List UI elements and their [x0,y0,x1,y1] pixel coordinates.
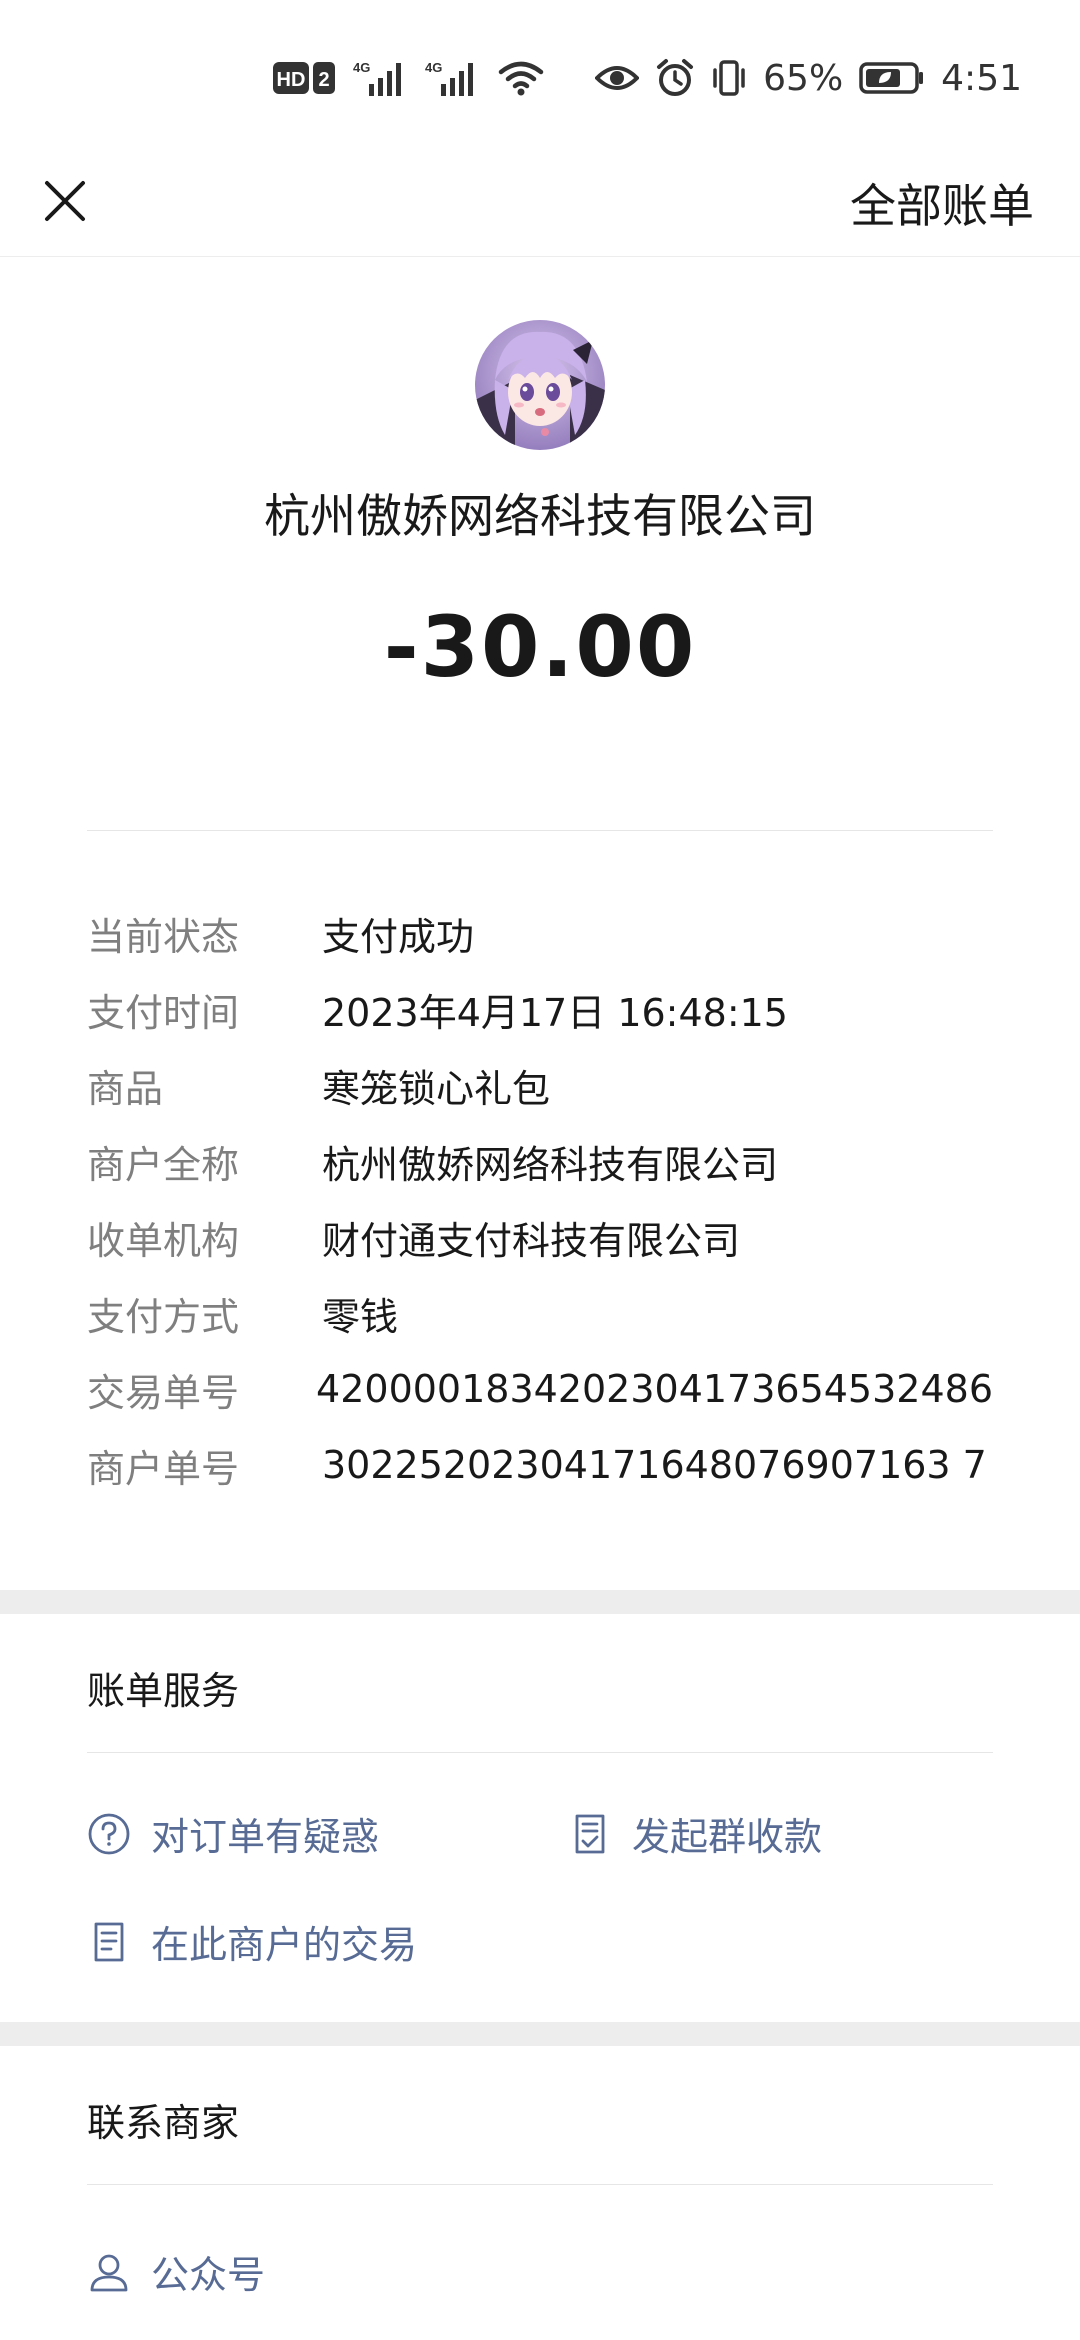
section-divider [87,2184,993,2185]
detail-value: 支付成功 [322,914,475,959]
detail-label: 商户单号 [87,1446,240,1491]
detail-value: 30225202304171648076907163 7 [322,1443,987,1487]
merchant-avatar [475,320,605,450]
nav-bar: 全部账单 [0,150,1080,256]
detail-value: 杭州傲娇网络科技有限公司 [322,1142,779,1187]
detail-row-payment-method: 支付方式 零钱 [87,1275,993,1351]
detail-label: 当前状态 [87,914,240,959]
vibrate-icon [713,60,745,96]
detail-row-time: 支付时间 2023年4月17日 16:48:15 [87,971,993,1047]
detail-value: 零钱 [322,1294,399,1339]
detail-label: 支付时间 [87,990,240,1035]
group-collect-link[interactable]: 发起群收款 [568,1806,822,1861]
official-account-link[interactable]: 公众号 [87,2244,265,2299]
detail-value: 寒笼锁心礼包 [322,1066,551,1111]
detail-label: 支付方式 [87,1294,240,1339]
signal-4g-icon: 4G [425,60,474,96]
alarm-icon [657,59,694,96]
payment-amount: -30.00 [383,598,697,696]
detail-row-acquirer: 收单机构 财付通支付科技有限公司 [87,1199,993,1275]
hd-icon: HD 2 [273,62,336,94]
question-icon [88,1813,130,1854]
signal-4g-icon: 4G [353,60,402,96]
all-bills-link[interactable]: 全部账单 [850,170,1034,236]
detail-label: 商品 [87,1066,164,1111]
close-button[interactable] [30,166,100,236]
merchant-transactions-link[interactable]: 在此商户的交易 [87,1914,417,1969]
bill-check-icon [575,1814,605,1853]
svg-text:4G: 4G [353,60,370,75]
detail-label: 商户全称 [87,1142,240,1187]
battery-percent: 65% [763,57,844,99]
detail-row-merchant: 商户全称 杭州傲娇网络科技有限公司 [87,1123,993,1199]
svg-text:2: 2 [319,69,330,91]
svg-text:4G: 4G [425,60,442,75]
section-divider [87,1752,993,1753]
detail-value: 4200001834202304173654532486 [316,1367,993,1411]
document-icon [94,1922,124,1961]
transaction-details: 当前状态 支付成功 支付时间 2023年4月17日 16:48:15 商品 寒笼… [87,895,993,1503]
detail-row-merchant-order-id: 商户单号 30225202304171648076907163 7 [87,1427,993,1503]
group-collect-label: 发起群收款 [632,1815,823,1859]
status-icons: HD 2 4G 4G 65% 4:51 [273,52,1022,104]
detail-row-status: 当前状态 支付成功 [87,895,993,971]
section-separator [0,2022,1080,2046]
battery-icon [859,62,924,94]
nav-divider [0,256,1080,257]
order-question-label: 对订单有疑惑 [151,1815,380,1859]
clock: 4:51 [941,57,1022,99]
detail-row-product: 商品 寒笼锁心礼包 [87,1047,993,1123]
detail-row-transaction-id: 交易单号 4200001834202304173654532486 [87,1351,993,1427]
order-question-link[interactable]: 对订单有疑惑 [87,1806,379,1861]
official-account-label: 公众号 [151,2253,266,2297]
bill-service-title: 账单服务 [87,1669,240,1713]
detail-value: 2023年4月17日 16:48:15 [322,990,788,1035]
merchant-transactions-label: 在此商户的交易 [151,1923,418,1967]
header-divider [87,830,993,831]
wifi-icon [498,61,544,96]
merchant-name: 杭州傲娇网络科技有限公司 [264,489,816,543]
detail-label: 交易单号 [87,1370,240,1415]
detail-value: 财付通支付科技有限公司 [322,1218,741,1263]
status-bar: HD 2 4G 4G 65% 4:51 [0,0,1080,150]
close-icon [45,181,85,221]
detail-label: 收单机构 [87,1218,240,1263]
svg-text:HD: HD [277,69,306,91]
section-separator [0,1590,1080,1614]
eye-comfort-icon [595,66,640,90]
contact-merchant-title: 联系商家 [87,2101,240,2145]
person-icon [90,2254,128,2291]
